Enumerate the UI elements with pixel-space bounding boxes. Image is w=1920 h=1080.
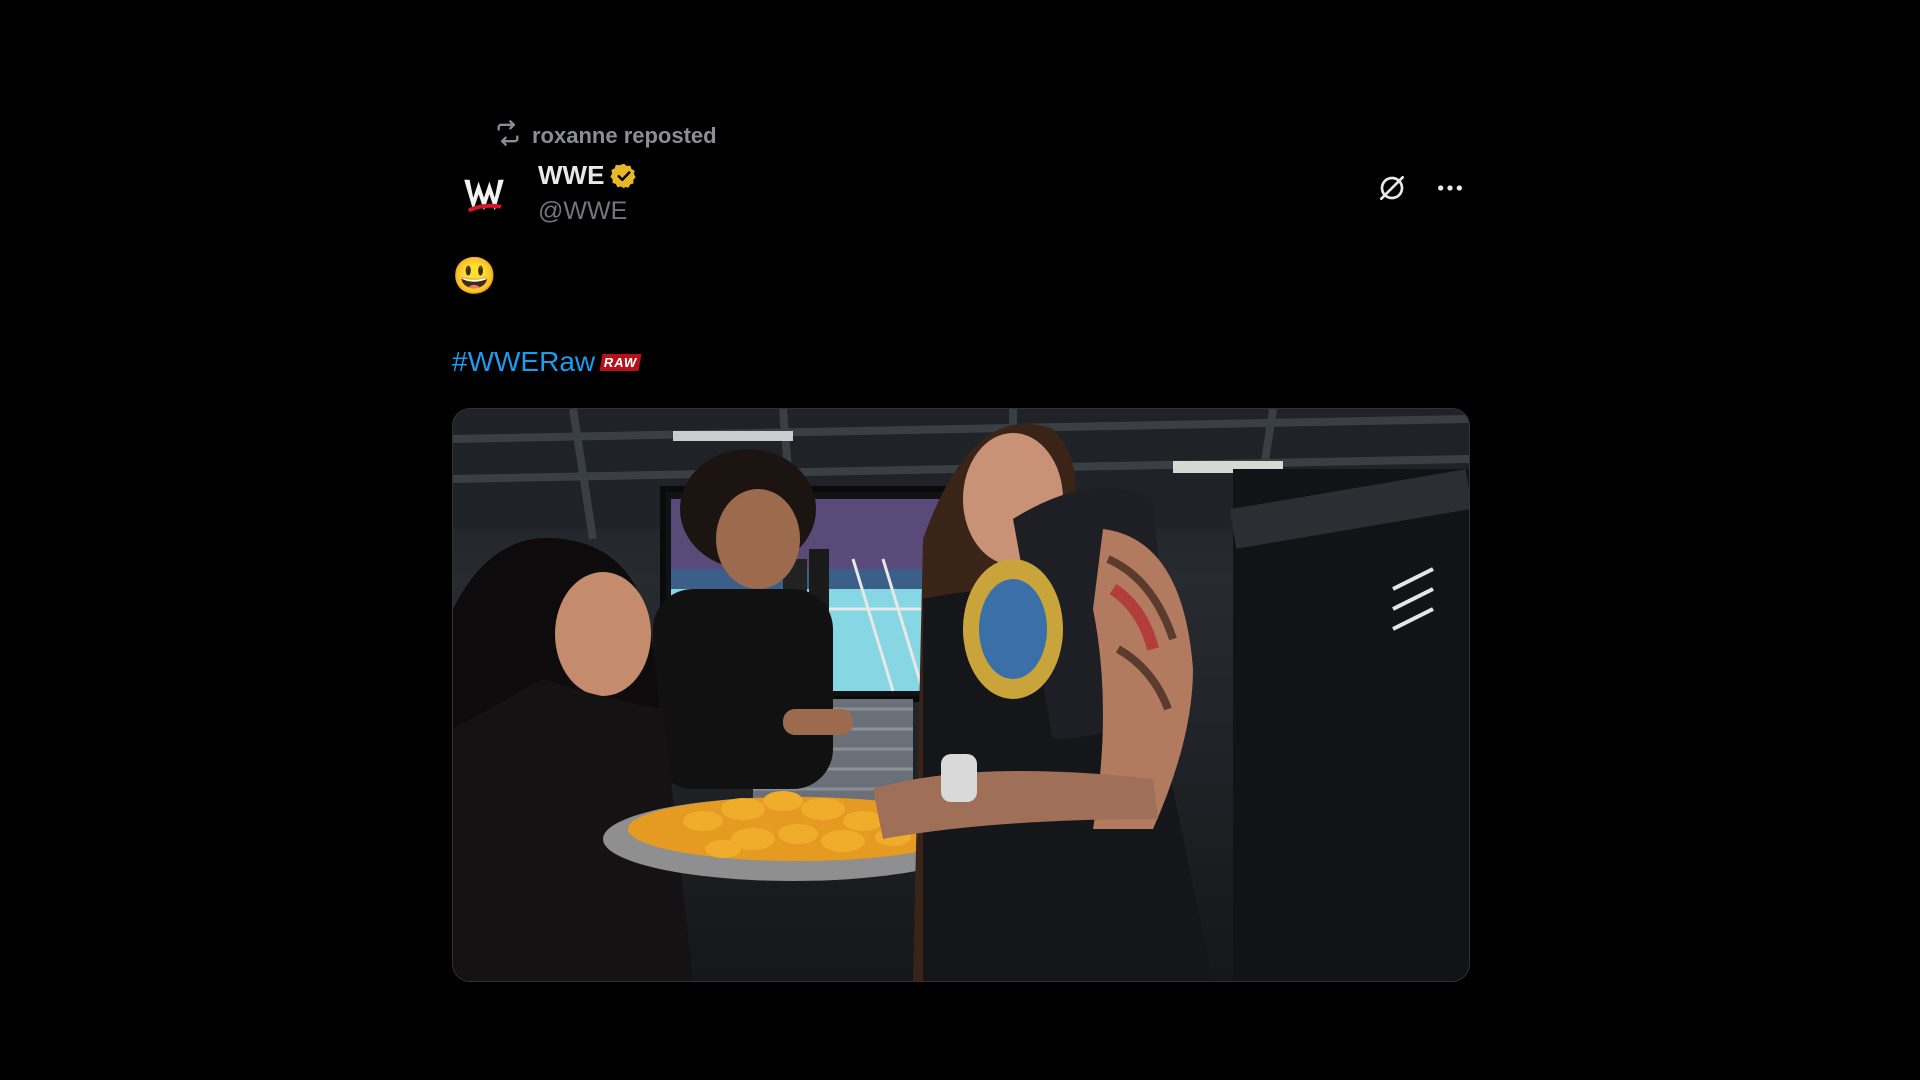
author-names: WWE @WWE [538, 160, 638, 226]
repost-label: roxanne reposted [532, 123, 717, 148]
hashtag-link[interactable]: #WWERaw [452, 346, 595, 378]
grok-icon [1376, 172, 1408, 209]
raw-hashtag-logo: RAW [599, 353, 642, 371]
more-options-button[interactable] [1432, 172, 1468, 208]
wwe-logo-icon [464, 179, 504, 213]
tweet-header: WWE @WWE [452, 154, 1468, 234]
verified-badge-icon[interactable] [610, 162, 638, 190]
hashtag-row: #WWERaw RAW [452, 346, 642, 378]
grok-button[interactable] [1374, 172, 1410, 208]
author-handle[interactable]: @WWE [538, 197, 638, 226]
tweet-emoji: 😃 [452, 255, 497, 296]
author-display-name[interactable]: WWE [538, 160, 604, 191]
repost-icon [494, 119, 522, 153]
tweet-media-photo[interactable] [452, 408, 1470, 982]
tweet-actions [1374, 172, 1468, 208]
repost-indicator[interactable]: roxanne reposted [494, 118, 717, 154]
more-options-icon [1434, 172, 1466, 209]
photo-illustration [453, 409, 1469, 981]
avatar[interactable] [452, 164, 516, 228]
